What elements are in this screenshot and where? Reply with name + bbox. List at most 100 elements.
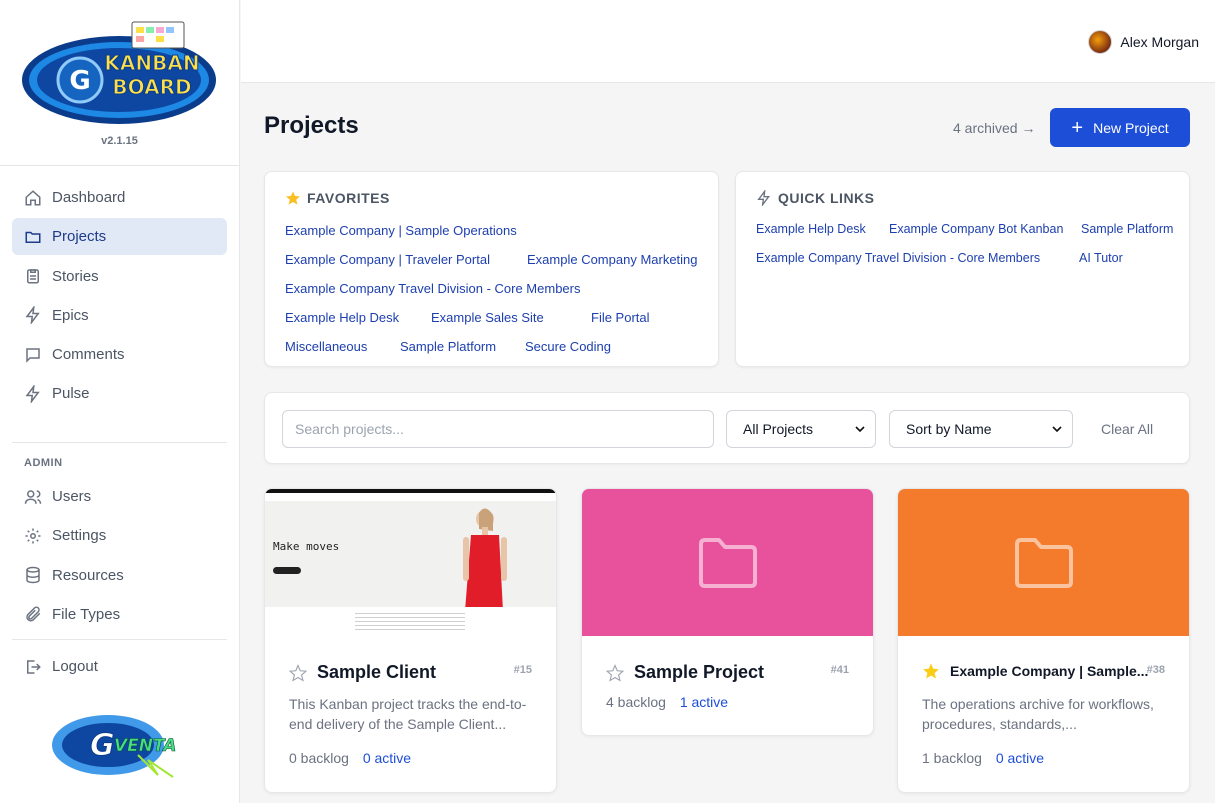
- sidebar-divider: [12, 639, 227, 640]
- comment-icon: [26, 347, 40, 363]
- folder-icon: [1014, 537, 1073, 588]
- project-card-sample-client[interactable]: Make moves Sample Client #15 This Kanban…: [264, 488, 557, 793]
- sidebar-item-dashboard[interactable]: Dashboard: [12, 179, 227, 216]
- project-description: This Kanban project tracks the end-to-en…: [289, 696, 527, 732]
- sidebar-item-projects[interactable]: Projects: [12, 218, 227, 256]
- favorite-link[interactable]: Example Help Desk: [285, 310, 399, 325]
- project-stats: 1 backlog 0 active: [922, 750, 1044, 766]
- sidebar-item-resources[interactable]: Resources: [12, 557, 227, 594]
- sidebar: G KANBAN BOARD v2.1.15 Dashboard Project…: [0, 0, 240, 803]
- sidebar-item-label: Resources: [52, 566, 124, 584]
- logout-button[interactable]: Logout: [12, 648, 227, 685]
- bolt-icon: [757, 190, 770, 206]
- active-count[interactable]: 1 active: [680, 694, 728, 710]
- kanban-board-logo[interactable]: G KANBAN BOARD: [20, 18, 218, 128]
- quick-link[interactable]: Example Company Travel Division - Core M…: [756, 251, 1040, 265]
- star-outline-icon[interactable]: [606, 663, 624, 682]
- favorite-link[interactable]: Sample Platform: [400, 339, 496, 354]
- sidebar-item-pulse[interactable]: Pulse: [12, 375, 227, 412]
- user-name: Alex Morgan: [1120, 34, 1199, 50]
- clear-all-button[interactable]: Clear All: [1101, 421, 1153, 437]
- active-count[interactable]: 0 active: [363, 750, 411, 766]
- sort-select[interactable]: Sort by Name: [889, 410, 1073, 448]
- favorite-link[interactable]: Example Company | Sample Operations: [285, 223, 517, 238]
- filter-bar: All Projects Sort by Name Clear All: [264, 392, 1190, 464]
- sidebar-item-label: Projects: [52, 228, 107, 246]
- archived-link[interactable]: 4 archived →: [953, 120, 1035, 136]
- active-count[interactable]: 0 active: [996, 750, 1044, 766]
- preview-headline: Make moves: [273, 540, 340, 553]
- model-image: [463, 508, 507, 607]
- sidebar-item-label: Pulse: [52, 385, 90, 403]
- project-filter-select[interactable]: All Projects: [726, 410, 876, 448]
- favorites-title: FAVORITES: [285, 190, 390, 206]
- sidebar-item-label: File Types: [52, 605, 121, 623]
- project-card-sample-project[interactable]: Sample Project #41 4 backlog 1 active: [581, 488, 874, 736]
- favorite-link[interactable]: File Portal: [591, 310, 650, 325]
- folder-icon: [25, 231, 41, 243]
- user-menu[interactable]: Alex Morgan: [1088, 30, 1199, 54]
- quick-link[interactable]: Example Company Bot Kanban: [889, 222, 1063, 236]
- sidebar-item-label: Comments: [52, 346, 125, 364]
- quick-link[interactable]: Example Help Desk: [756, 222, 866, 236]
- sidebar-item-comments[interactable]: Comments: [12, 336, 227, 373]
- favorite-link[interactable]: Example Company Travel Division - Core M…: [285, 281, 580, 296]
- backlog-count: 0 backlog: [289, 750, 349, 766]
- svg-text:VENTA: VENTA: [114, 736, 176, 756]
- sidebar-item-label: Settings: [52, 527, 107, 545]
- paperclip-icon: [26, 606, 41, 622]
- backlog-count: 4 backlog: [606, 694, 666, 710]
- logout-label: Logout: [52, 658, 98, 675]
- favorite-link[interactable]: Example Company | Traveler Portal: [285, 252, 490, 267]
- sort-value: Sort by Name: [906, 421, 992, 437]
- star-icon: [286, 191, 300, 205]
- star-outline-icon[interactable]: [289, 663, 307, 682]
- svg-text:KANBAN: KANBAN: [104, 51, 199, 75]
- sidebar-item-settings[interactable]: Settings: [12, 517, 227, 554]
- project-thumbnail: Make moves: [265, 489, 556, 637]
- new-project-label: New Project: [1093, 119, 1169, 136]
- gear-icon: [25, 528, 41, 544]
- chevron-down-icon: [1052, 426, 1062, 433]
- bolt-icon: [25, 306, 40, 325]
- star-filled-icon[interactable]: [922, 662, 940, 680]
- project-filter-value: All Projects: [743, 421, 814, 437]
- sidebar-item-epics[interactable]: Epics: [12, 297, 227, 334]
- project-stats: 0 backlog 0 active: [289, 750, 411, 766]
- sidebar-divider: [12, 442, 227, 443]
- quick-links-title: QUICK LINKS: [756, 190, 875, 206]
- website-preview: Make moves: [265, 489, 556, 607]
- project-thumbnail: [898, 489, 1189, 636]
- logout-icon: [27, 659, 41, 674]
- logout-nav: Logout: [12, 648, 227, 687]
- project-card-example-company[interactable]: Example Company | Sample... #38 The oper…: [897, 488, 1190, 793]
- favorite-link[interactable]: Secure Coding: [525, 339, 611, 354]
- favorite-link[interactable]: Miscellaneous: [285, 339, 367, 354]
- backlog-count: 1 backlog: [922, 750, 982, 766]
- sidebar-item-stories[interactable]: Stories: [12, 258, 227, 295]
- sidebar-item-users[interactable]: Users: [12, 478, 227, 515]
- sidebar-header: G KANBAN BOARD v2.1.15: [0, 0, 239, 166]
- project-number: #38: [1146, 664, 1165, 676]
- chevron-down-icon: [855, 426, 865, 433]
- avatar: [1088, 30, 1113, 54]
- gventa-logo: G VENTA: [52, 715, 177, 778]
- favorites-panel: FAVORITES Example Company | Sample Opera…: [264, 171, 719, 367]
- page-title: Projects: [264, 112, 359, 139]
- quick-link[interactable]: AI Tutor: [1079, 251, 1123, 265]
- svg-text:BOARD: BOARD: [112, 75, 191, 99]
- new-project-button[interactable]: + New Project: [1050, 108, 1190, 147]
- favorite-link[interactable]: Example Company Marketing: [527, 252, 698, 267]
- sidebar-item-file-types[interactable]: File Types: [12, 596, 227, 633]
- sidebar-item-label: Stories: [52, 267, 99, 285]
- users-icon: [24, 489, 42, 504]
- search-input[interactable]: [282, 410, 714, 448]
- bolt-icon: [25, 384, 40, 403]
- admin-section-label: ADMIN: [24, 457, 63, 469]
- folder-icon: [698, 537, 757, 588]
- svg-text:G: G: [69, 66, 90, 96]
- clipboard-icon: [27, 269, 39, 284]
- quick-link[interactable]: Sample Platform: [1081, 222, 1173, 236]
- quick-links-panel: QUICK LINKS Example Help Desk Example Co…: [735, 171, 1190, 367]
- favorite-link[interactable]: Example Sales Site: [431, 310, 544, 325]
